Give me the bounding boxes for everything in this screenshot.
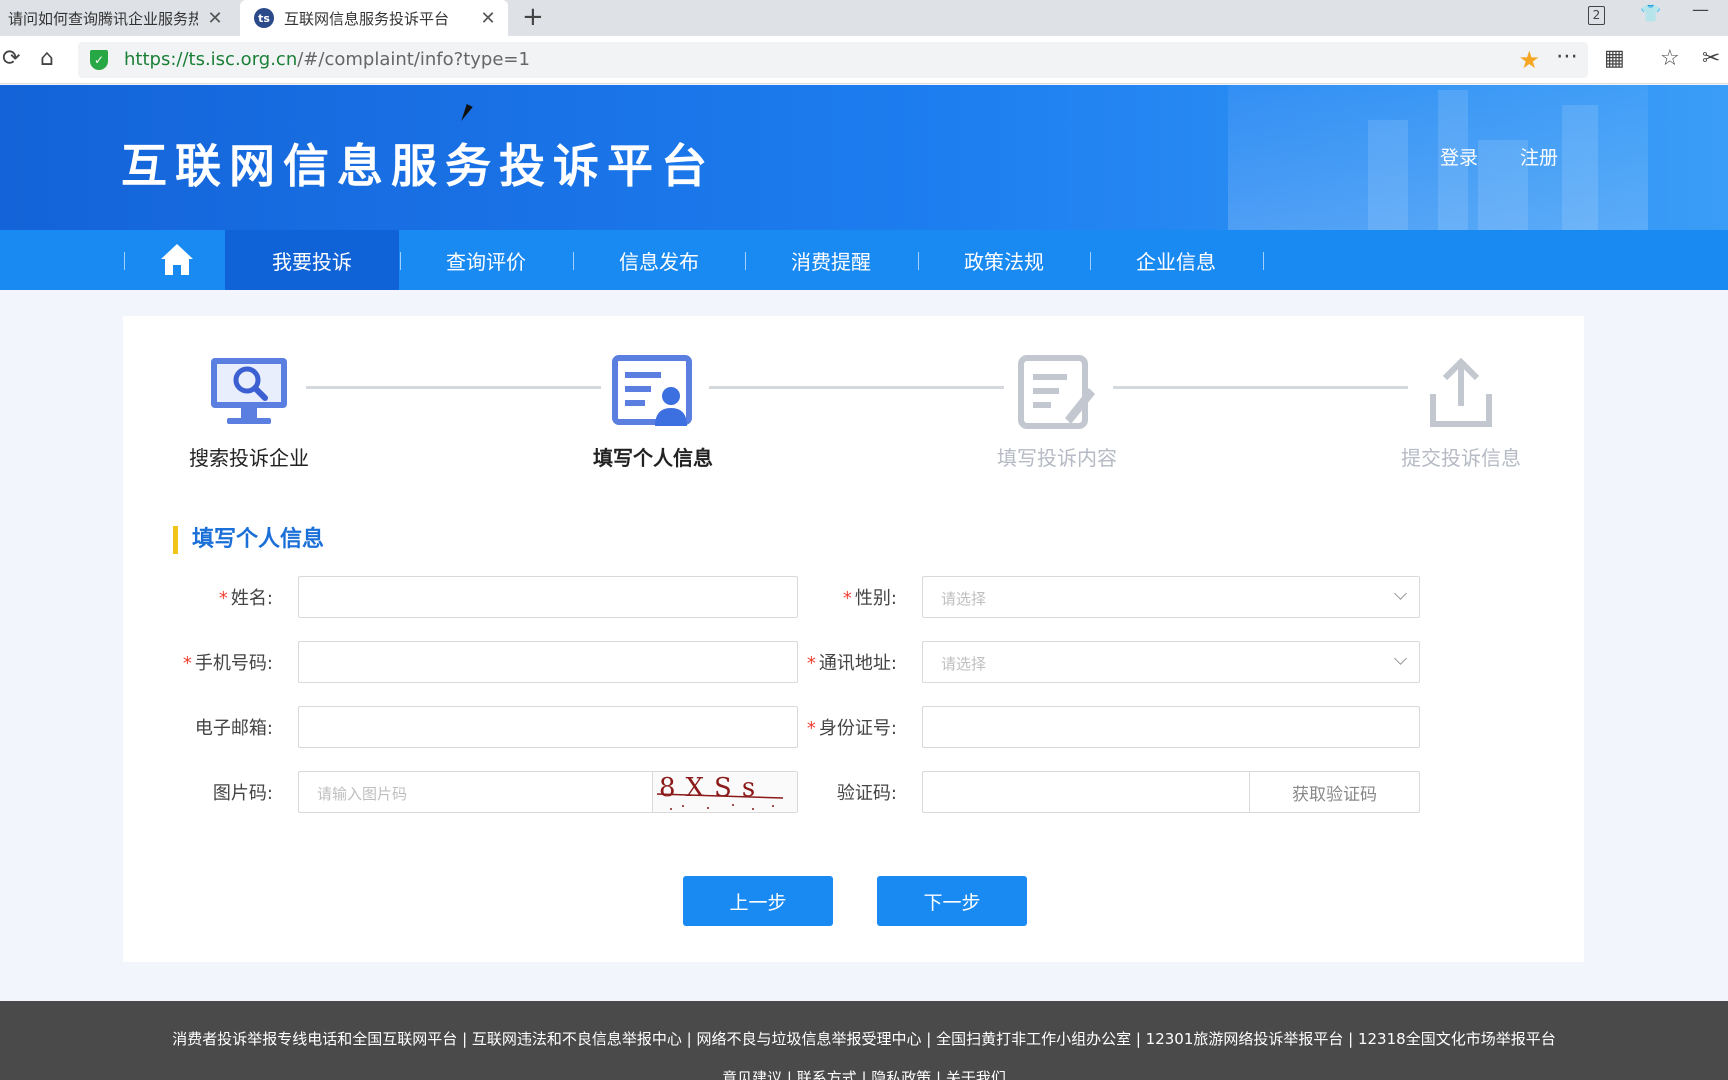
home-icon [160,244,194,276]
upload-icon [1430,357,1492,427]
edit-document-icon [1018,355,1095,429]
address-placeholder: 请选择 [941,655,987,673]
browser-tab-bar: 请问如何查询腾讯企业服务热 ✕ ts 互联网信息服务投诉平台 ✕ + 2 👕 — [0,0,1728,36]
nav-home[interactable] [130,230,224,290]
site-favicon-icon: ts [254,8,274,28]
nav-item-reminder[interactable]: 消费提醒 [744,230,918,290]
site-footer: 消费者投诉举报专线电话和全国互联网平台 | 互联网违法和不良信息举报中心 | 网… [0,1001,1728,1080]
tab-close-icon[interactable]: ✕ [205,8,225,29]
section-title: 填写个人信息 [173,526,324,554]
decor-building [1368,120,1408,230]
tab-close-icon[interactable]: ✕ [478,8,498,29]
tab-count-icon[interactable]: 2 [1588,6,1605,25]
step-search-company: 搜索投诉企业 [169,354,329,471]
nav-item-query[interactable]: 查询评价 [399,230,573,290]
favorite-star-icon[interactable]: ★ [1518,46,1540,74]
url-text: https://ts.isc.org.cn/#/complaint/info?t… [124,49,530,70]
sms-code-input[interactable]: 获取验证码 [922,771,1420,813]
address-label: * 通讯地址: [806,653,897,674]
nav-separator [124,252,125,270]
name-input[interactable] [298,576,798,618]
chevron-down-icon [1394,587,1407,600]
nav-item-policy[interactable]: 政策法规 [917,230,1091,290]
browser-tab-active[interactable]: ts 互联网信息服务投诉平台 ✕ [240,0,508,36]
captcha-label: 图片码: [212,783,273,804]
nav-item-complaint[interactable]: 我要投诉 [225,230,399,290]
secure-shield-icon: ✓ [90,50,108,70]
nav-item-publish[interactable]: 信息发布 [572,230,746,290]
address-bar: ⟳ ⌂ ✓ https://ts.isc.org.cn/#/complaint/… [0,36,1728,84]
phone-input[interactable] [298,641,798,683]
more-icon[interactable]: ⋯ [1556,44,1578,69]
shirt-icon[interactable]: 👕 [1640,4,1661,24]
minimize-icon[interactable]: — [1692,0,1709,20]
nav-item-enterprise[interactable]: 企业信息 [1089,230,1263,290]
tab-title: 互联网信息服务投诉平台 [284,9,450,28]
id-card-icon [612,355,692,426]
next-step-button[interactable]: 下一步 [877,876,1027,926]
step-connector [1113,386,1408,389]
nav-separator [1263,252,1264,270]
idcard-label: * 身份证号: [806,718,897,739]
apps-grid-icon[interactable]: ▦ [1604,46,1625,71]
email-input[interactable] [298,706,798,748]
search-monitor-icon [211,358,287,424]
step-label: 填写个人信息 [593,446,713,470]
main-nav: 我要投诉 查询评价 信息发布 消费提醒 政策法规 企业信息 [0,230,1728,290]
footer-links[interactable]: 消费者投诉举报专线电话和全国互联网平台 | 互联网违法和不良信息举报中心 | 网… [0,1028,1728,1049]
get-code-button[interactable]: 获取验证码 [1249,772,1419,812]
step-label: 提交投诉信息 [1401,446,1521,470]
step-label: 搜索投诉企业 [189,446,309,470]
site-title: 互联网信息服务投诉平台 [121,139,715,193]
step-connector [306,386,601,389]
gender-label: * 性别: [842,588,897,609]
step-connector [709,386,1004,389]
phone-label: * 手机号码: [182,653,273,674]
captcha-placeholder: 请输入图片码 [317,785,408,803]
favorites-list-icon[interactable]: ☆ [1660,46,1680,71]
site-header: 互联网信息服务投诉平台 登录 注册 [0,85,1728,230]
login-link[interactable]: 登录 [1440,143,1478,170]
address-select[interactable]: 请选择 [922,641,1420,683]
tab-title: 请问如何查询腾讯企业服务热 [8,9,198,28]
complaint-form-card: 搜索投诉企业 填写个人信息 填写投诉内容 提交投诉信息 填写个人信息 * 姓名:… [123,316,1584,962]
prev-step-button[interactable]: 上一步 [683,876,833,926]
chevron-down-icon [1394,652,1407,665]
gender-placeholder: 请选择 [941,590,987,608]
captcha-input[interactable]: 请输入图片码 8XSs [298,771,798,813]
reload-icon[interactable]: ⟳ [2,46,20,71]
new-tab-button[interactable]: + [522,2,544,32]
name-label: * 姓名: [218,588,273,609]
gender-select[interactable]: 请选择 [922,576,1420,618]
sms-code-label: 验证码: [836,783,897,804]
footer-links-secondary[interactable]: 意见建议 | 联系方式 | 隐私政策 | 关于我们 [0,1067,1728,1080]
step-submit: 提交投诉信息 [1381,354,1541,471]
scissors-icon[interactable]: ✂ [1702,46,1720,71]
browser-tab-inactive[interactable]: 请问如何查询腾讯企业服务热 ✕ [0,0,235,36]
decor-building [1562,105,1598,230]
idcard-input[interactable] [922,706,1420,748]
step-personal-info: 填写个人信息 [573,354,733,471]
email-label: 电子邮箱: [194,718,273,739]
step-complaint-content: 填写投诉内容 [977,354,1137,471]
step-label: 填写投诉内容 [997,446,1117,470]
home-icon[interactable]: ⌂ [40,46,54,71]
register-link[interactable]: 注册 [1520,143,1558,170]
url-field[interactable]: ✓ https://ts.isc.org.cn/#/complaint/info… [78,42,1588,78]
